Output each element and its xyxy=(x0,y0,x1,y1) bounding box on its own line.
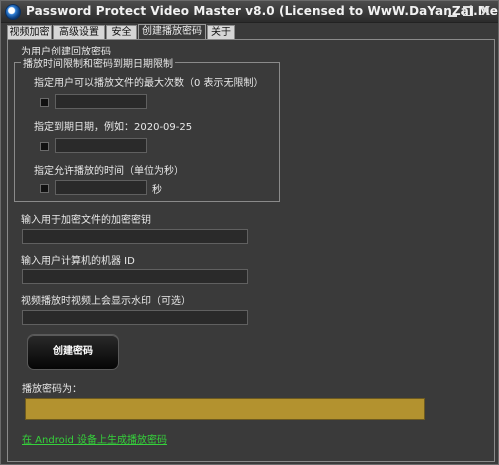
max-plays-label: 指定用户可以播放文件的最大次数（0 表示无限制） xyxy=(34,78,264,89)
minimize-icon xyxy=(448,15,457,17)
expiry-date-label: 指定到期日期，例如：2020-09-25 xyxy=(34,122,193,133)
tab-video-encrypt[interactable]: 视频加密 xyxy=(7,25,52,40)
window-title: Password Protect Video Master v8.0 (Lice… xyxy=(26,4,499,18)
title-bar[interactable]: Password Protect Video Master v8.0 (Lice… xyxy=(1,1,499,23)
tab-about[interactable]: 关于 xyxy=(207,25,235,40)
minimize-button[interactable] xyxy=(446,5,459,18)
expiry-date-input[interactable] xyxy=(55,138,147,153)
limits-groupbox: 播放时间限制和密码到期日期限制 指定用户可以播放文件的最大次数（0 表示无限制）… xyxy=(14,55,280,202)
max-plays-input[interactable] xyxy=(55,94,147,109)
duration-unit-label: 秒 xyxy=(152,185,162,196)
play-duration-input[interactable] xyxy=(55,180,147,195)
password-output-label: 播放密码为： xyxy=(22,384,82,395)
app-logo-icon xyxy=(5,4,21,20)
watermark-label: 视频播放时视频上会显示水印（可选） xyxy=(21,296,191,307)
tab-panel-create-password: 为用户创建回放密码 播放时间限制和密码到期日期限制 指定用户可以播放文件的最大次… xyxy=(7,39,495,462)
play-duration-checkbox[interactable] xyxy=(40,184,49,193)
close-button[interactable]: X xyxy=(479,5,492,18)
machine-id-label: 输入用户计算机的机器 ID xyxy=(21,256,135,267)
maximize-icon xyxy=(463,6,473,16)
create-password-button[interactable]: 创建密码 xyxy=(27,334,119,370)
max-plays-checkbox[interactable] xyxy=(40,98,49,107)
expiry-date-checkbox[interactable] xyxy=(40,142,49,151)
limits-group-title: 播放时间限制和密码到期日期限制 xyxy=(21,55,175,70)
tab-advanced-settings[interactable]: 高级设置 xyxy=(53,25,105,40)
android-generate-link[interactable]: 在 Android 设备上生成播放密码 xyxy=(22,431,167,446)
maximize-button[interactable] xyxy=(462,5,475,18)
app-window: Password Protect Video Master v8.0 (Lice… xyxy=(0,0,499,465)
play-duration-label: 指定允许播放的时间（单位为秒） xyxy=(34,166,184,177)
tab-security[interactable]: 安全 xyxy=(106,25,137,40)
watermark-input[interactable] xyxy=(22,310,248,325)
encryption-key-input[interactable] xyxy=(22,229,248,244)
encryption-key-label: 输入用于加密文件的加密密钥 xyxy=(21,215,151,226)
tab-create-playback-password[interactable]: 创建播放密码 xyxy=(138,24,206,40)
password-output-field[interactable] xyxy=(25,398,425,420)
machine-id-input[interactable] xyxy=(22,269,248,284)
